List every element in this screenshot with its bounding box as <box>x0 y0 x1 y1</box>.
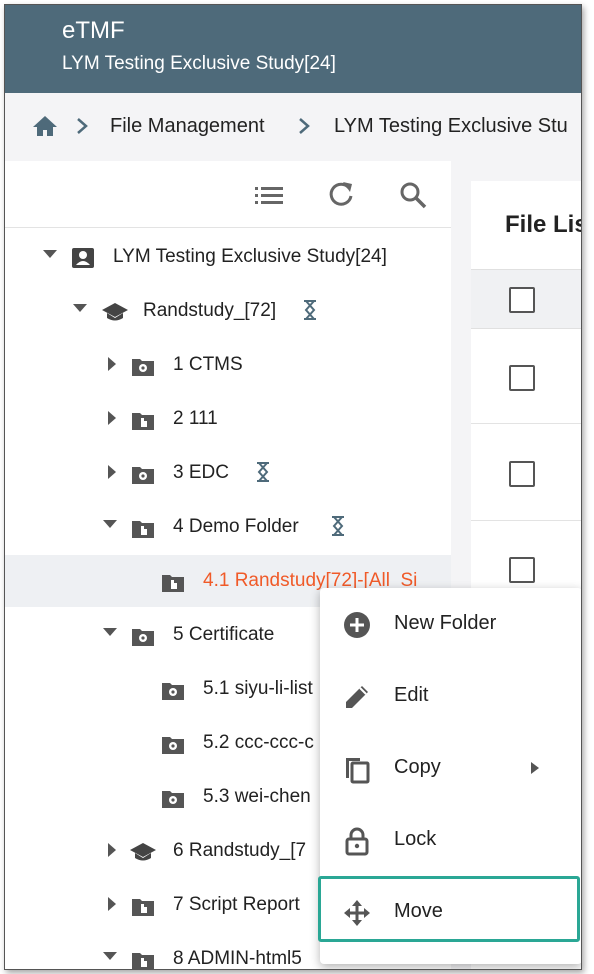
pencil-icon <box>346 686 368 708</box>
caret-down-icon[interactable] <box>103 952 117 960</box>
hourglass-icon <box>257 462 269 482</box>
gear-folder-icon <box>162 737 184 754</box>
tree-item-label: Randstudy_[72] <box>143 300 277 321</box>
row-divider <box>471 423 581 424</box>
lock-icon <box>345 827 369 856</box>
caret-right-icon[interactable] <box>108 897 116 911</box>
gear-folder-icon <box>132 629 154 646</box>
menu-item-new-folder[interactable]: New Folder <box>320 588 581 660</box>
tree-item-study[interactable]: Randstudy_[72] <box>5 285 451 339</box>
tree-item-label: 5.3 wei-chen <box>203 786 311 807</box>
hand-folder-icon <box>132 413 154 430</box>
row-divider <box>471 520 581 521</box>
gear-folder-icon <box>132 467 154 484</box>
hand-folder-icon <box>162 575 184 592</box>
caret-right-icon[interactable] <box>108 843 116 857</box>
gear-folder-icon <box>132 359 154 376</box>
breadcrumb: File Management LYM Testing Exclusive St… <box>5 93 581 161</box>
hourglass-icon <box>332 516 344 536</box>
menu-item-label: New Folder <box>394 612 497 634</box>
hand-folder-icon <box>132 899 154 916</box>
menu-item-lock[interactable]: Lock <box>320 804 581 876</box>
app-title: eTMF <box>62 17 125 44</box>
graduation-cap-icon <box>102 303 128 321</box>
home-icon[interactable] <box>32 115 58 137</box>
tree-item-label: 1 CTMS <box>173 354 243 375</box>
tree-item-3[interactable]: 3 EDC <box>5 447 451 501</box>
tree-item-label: 5.2 ccc-ccc-c <box>203 732 314 753</box>
row-checkbox[interactable] <box>509 461 535 487</box>
context-menu: New Folder Edit Copy Lock Move <box>320 588 581 964</box>
list-icon[interactable] <box>255 185 283 205</box>
menu-item-label: Move <box>394 900 443 922</box>
tree-item-1[interactable]: 1 CTMS <box>5 339 451 393</box>
caret-down-icon[interactable] <box>73 304 87 312</box>
move-icon <box>344 900 370 926</box>
tree-item-label: 5.1 siyu-li-list <box>203 678 313 699</box>
study-title: LYM Testing Exclusive Study[24] <box>62 53 336 74</box>
submenu-arrow-icon <box>531 762 539 774</box>
menu-item-label: Edit <box>394 684 429 706</box>
tree-item-label: LYM Testing Exclusive Study[24] <box>113 246 387 267</box>
menu-item-edit[interactable]: Edit <box>320 660 581 732</box>
file-list-title: File Lis <box>505 211 582 238</box>
row-checkbox[interactable] <box>509 365 535 391</box>
tree-item-2[interactable]: 2 111 <box>5 393 451 447</box>
caret-down-icon[interactable] <box>43 250 57 258</box>
study-card-icon <box>72 248 94 268</box>
hand-folder-icon <box>132 521 154 538</box>
caret-right-icon[interactable] <box>108 411 116 425</box>
tree-item-label: 2 111 <box>173 408 218 429</box>
chevron-right-icon <box>77 118 88 134</box>
gear-folder-icon <box>162 683 184 700</box>
caret-right-icon[interactable] <box>108 357 116 371</box>
tree-item-label: 3 EDC <box>173 462 229 483</box>
caret-down-icon[interactable] <box>103 520 117 528</box>
tree-item-label: 8 ADMIN-html5 <box>173 948 302 969</box>
app-window: eTMF LYM Testing Exclusive Study[24] Fil… <box>4 4 582 970</box>
row-checkbox[interactable] <box>509 557 535 583</box>
caret-right-icon[interactable] <box>108 465 116 479</box>
select-all-checkbox[interactable] <box>509 287 535 313</box>
menu-item-move[interactable]: Move <box>320 876 581 948</box>
tree-item-4[interactable]: 4 Demo Folder <box>5 501 451 555</box>
tree-item-label: 7 Script Report <box>173 894 300 915</box>
breadcrumb-study[interactable]: LYM Testing Exclusive Stu <box>334 115 568 138</box>
graduation-cap-icon <box>130 843 156 861</box>
hand-folder-icon <box>132 953 154 969</box>
search-icon[interactable] <box>399 181 427 209</box>
chevron-right-icon <box>299 118 310 134</box>
gear-folder-icon <box>162 791 184 808</box>
toolbar-divider <box>5 227 451 228</box>
breadcrumb-file-management[interactable]: File Management <box>110 115 265 138</box>
tree-item-label: 4 Demo Folder <box>173 516 299 537</box>
refresh-icon[interactable] <box>327 180 355 208</box>
copy-icon <box>346 758 370 784</box>
menu-item-label: Lock <box>394 828 437 850</box>
tree-item-label: 6 Randstudy_[7 <box>173 840 307 861</box>
menu-item-label: Copy <box>394 756 441 778</box>
tree-item-label: 5 Certificate <box>173 624 275 645</box>
app-header: eTMF LYM Testing Exclusive Study[24] <box>5 5 581 93</box>
hourglass-icon <box>304 300 316 320</box>
add-circle-icon <box>344 612 370 638</box>
menu-item-copy[interactable]: Copy <box>320 732 581 804</box>
caret-down-icon[interactable] <box>103 628 117 636</box>
tree-item-root[interactable]: LYM Testing Exclusive Study[24] <box>5 231 451 285</box>
